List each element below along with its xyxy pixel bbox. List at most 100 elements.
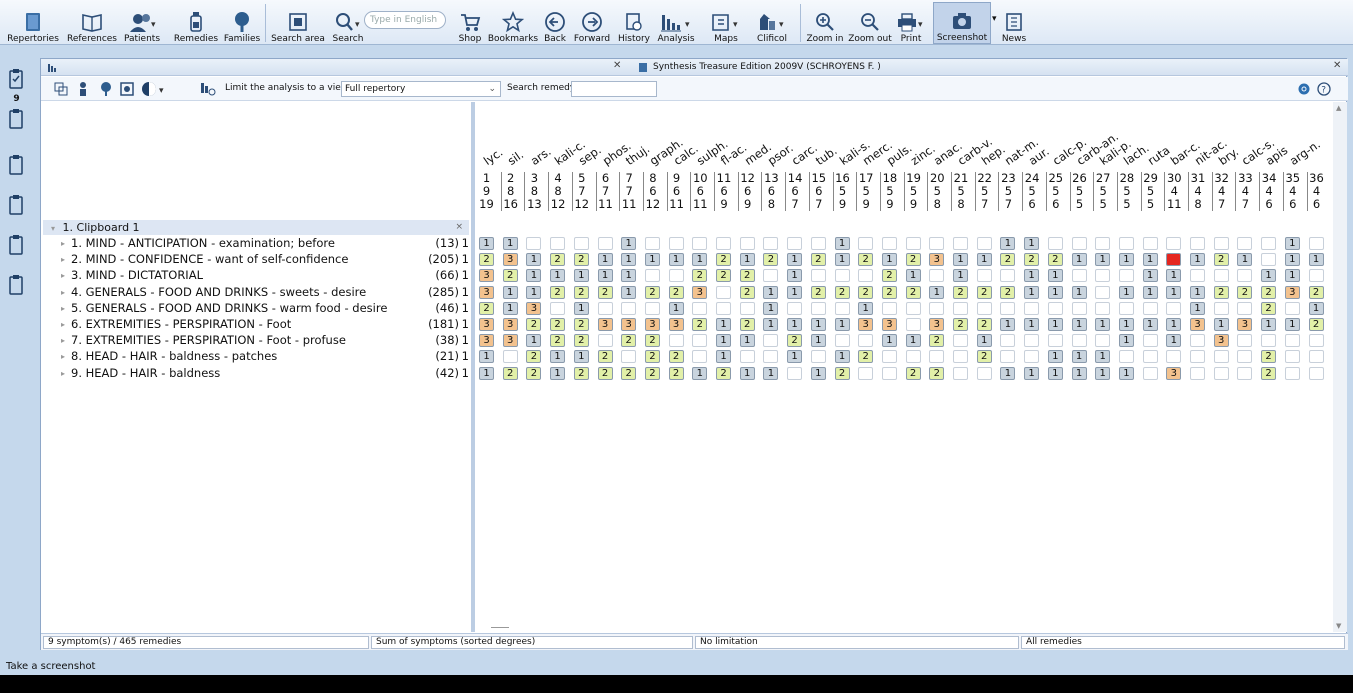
grade-cell[interactable]: 2	[716, 253, 731, 267]
grade-cell[interactable]	[858, 269, 874, 283]
horizontal-scroll-thumb[interactable]	[491, 627, 509, 628]
grade-cell[interactable]: 1	[1071, 253, 1087, 267]
grade-cell[interactable]: 1	[810, 318, 826, 331]
grade-cell[interactable]: 1	[834, 237, 850, 250]
close-icon[interactable]: ✕	[613, 60, 621, 71]
grade-cell[interactable]	[1118, 301, 1134, 315]
grade-cell[interactable]: 3	[692, 285, 708, 299]
grade-cell[interactable]	[1142, 334, 1158, 348]
grade-cell[interactable]: 1	[1071, 366, 1087, 380]
grade-cell[interactable]: 2	[834, 285, 850, 299]
grade-cell[interactable]: 1	[1237, 253, 1253, 267]
grade-cell[interactable]: 1	[1024, 269, 1040, 283]
grade-cell[interactable]: 1	[644, 253, 660, 267]
repertories-button[interactable]: Repertories	[4, 2, 62, 44]
grade-cell[interactable]	[1284, 366, 1300, 380]
grade-cell[interactable]: 2	[1308, 285, 1324, 299]
grade-cell[interactable]: 2	[858, 253, 874, 267]
grade-cell[interactable]: 2	[763, 253, 779, 267]
grade-cell[interactable]: 1	[905, 269, 921, 283]
rubric-row[interactable]: ▸ 4. GENERALS - FOOD AND DRINKS - sweets …	[41, 285, 471, 300]
grade-cell[interactable]	[1190, 237, 1205, 250]
status-sorting[interactable]: Sum of symptoms (sorted degrees)	[371, 636, 693, 649]
grade-cell[interactable]: 1	[787, 318, 803, 331]
grade-cell[interactable]	[858, 366, 874, 380]
grade-cell[interactable]: 1	[716, 318, 731, 331]
grade-cell[interactable]	[905, 350, 921, 364]
grade-cell[interactable]	[1024, 301, 1040, 315]
grade-cell[interactable]	[953, 334, 968, 348]
grade-cell[interactable]	[692, 301, 708, 315]
grade-cell[interactable]: 1	[1284, 253, 1300, 267]
grade-cell[interactable]: 1	[1095, 318, 1111, 331]
grade-cell[interactable]	[1000, 301, 1016, 315]
grade-cell[interactable]	[644, 301, 660, 315]
grade-cell[interactable]	[550, 301, 566, 315]
grade-cell[interactable]: 2	[810, 253, 826, 267]
grade-cell[interactable]: 1	[787, 253, 803, 267]
families-button[interactable]: Families	[222, 2, 262, 44]
view-select[interactable]: Full repertory ⌄	[341, 81, 501, 97]
grade-cell[interactable]	[716, 237, 731, 250]
grade-cell[interactable]: 1	[1213, 318, 1229, 331]
grade-cell[interactable]	[763, 237, 779, 250]
grade-cell[interactable]	[597, 334, 613, 348]
help-icon[interactable]: ?	[1317, 82, 1331, 96]
grade-cell[interactable]	[953, 366, 968, 380]
grade-cell[interactable]	[1308, 334, 1324, 348]
grade-cell[interactable]	[1071, 237, 1087, 250]
grade-cell[interactable]	[1190, 334, 1205, 348]
grade-cell[interactable]	[976, 237, 992, 250]
grade-cell[interactable]: 2	[692, 269, 708, 283]
grade-cell[interactable]	[810, 269, 826, 283]
grade-cell[interactable]: 2	[1261, 350, 1277, 364]
grade-cell[interactable]: 1	[1000, 366, 1016, 380]
remedy-name[interactable]: sil.	[505, 147, 526, 168]
grade-cell[interactable]: 1	[1071, 318, 1087, 331]
tree-icon[interactable]	[97, 81, 115, 97]
grade-cell[interactable]	[502, 350, 518, 364]
grade-cell[interactable]: 2	[526, 318, 542, 331]
grade-cell[interactable]: 1	[953, 253, 968, 267]
grade-cell[interactable]: 1	[1190, 301, 1205, 315]
grade-cell[interactable]	[1142, 237, 1158, 250]
grade-cell[interactable]: 1	[1142, 269, 1158, 283]
rubric-row[interactable]: ▸ 5. GENERALS - FOOD AND DRINKS - warm fo…	[41, 301, 471, 316]
grade-cell[interactable]: 1	[1047, 285, 1063, 299]
chevron-right-icon[interactable]: ▸	[61, 366, 65, 381]
grade-cell[interactable]	[1142, 350, 1158, 364]
history-button[interactable]: History	[616, 2, 652, 44]
grade-cell[interactable]: 1	[1024, 318, 1040, 331]
grade-cell[interactable]: 1	[1047, 350, 1063, 364]
grade-cell[interactable]: 2	[739, 285, 755, 299]
grade-cell[interactable]: 1	[763, 285, 779, 299]
patients-button[interactable]: ▾ Patients	[120, 2, 164, 44]
grade-cell[interactable]: 1	[1095, 350, 1111, 364]
bookmarks-button[interactable]: Bookmarks	[486, 2, 540, 44]
grade-cell[interactable]	[929, 301, 945, 315]
grade-cell[interactable]: 1	[597, 269, 613, 283]
rubric-row[interactable]: ▸ 6. EXTREMITIES - PERSPIRATION - Foot (18…	[41, 317, 471, 332]
analysis-tab-icon[interactable]	[47, 62, 59, 73]
grade-cell[interactable]	[858, 237, 874, 250]
grade-cell[interactable]	[1047, 301, 1063, 315]
remedy-name[interactable]: lyc.	[481, 145, 505, 168]
grade-cell[interactable]: 2	[1237, 285, 1253, 299]
grade-cell[interactable]: 2	[644, 366, 660, 380]
remedies-button[interactable]: Remedies	[172, 2, 220, 44]
grade-cell[interactable]: 2	[858, 350, 874, 364]
grade-cell[interactable]: 1	[502, 301, 518, 315]
grade-cell[interactable]: 1	[1071, 350, 1087, 364]
grade-cell[interactable]: 1	[1142, 318, 1158, 331]
grade-cell[interactable]: 3	[929, 318, 945, 331]
news-button[interactable]: News	[1000, 2, 1028, 44]
grade-cell[interactable]	[573, 237, 589, 250]
grade-cell[interactable]: 3	[929, 253, 945, 267]
grade-cell[interactable]	[953, 301, 968, 315]
grade-cell[interactable]	[929, 237, 945, 250]
grade-cell[interactable]	[1071, 301, 1087, 315]
grade-cell[interactable]: 1	[1284, 318, 1300, 331]
clipboard-icon[interactable]	[8, 108, 24, 130]
grade-cell[interactable]: 2	[810, 285, 826, 299]
grade-cell[interactable]	[1142, 301, 1158, 315]
